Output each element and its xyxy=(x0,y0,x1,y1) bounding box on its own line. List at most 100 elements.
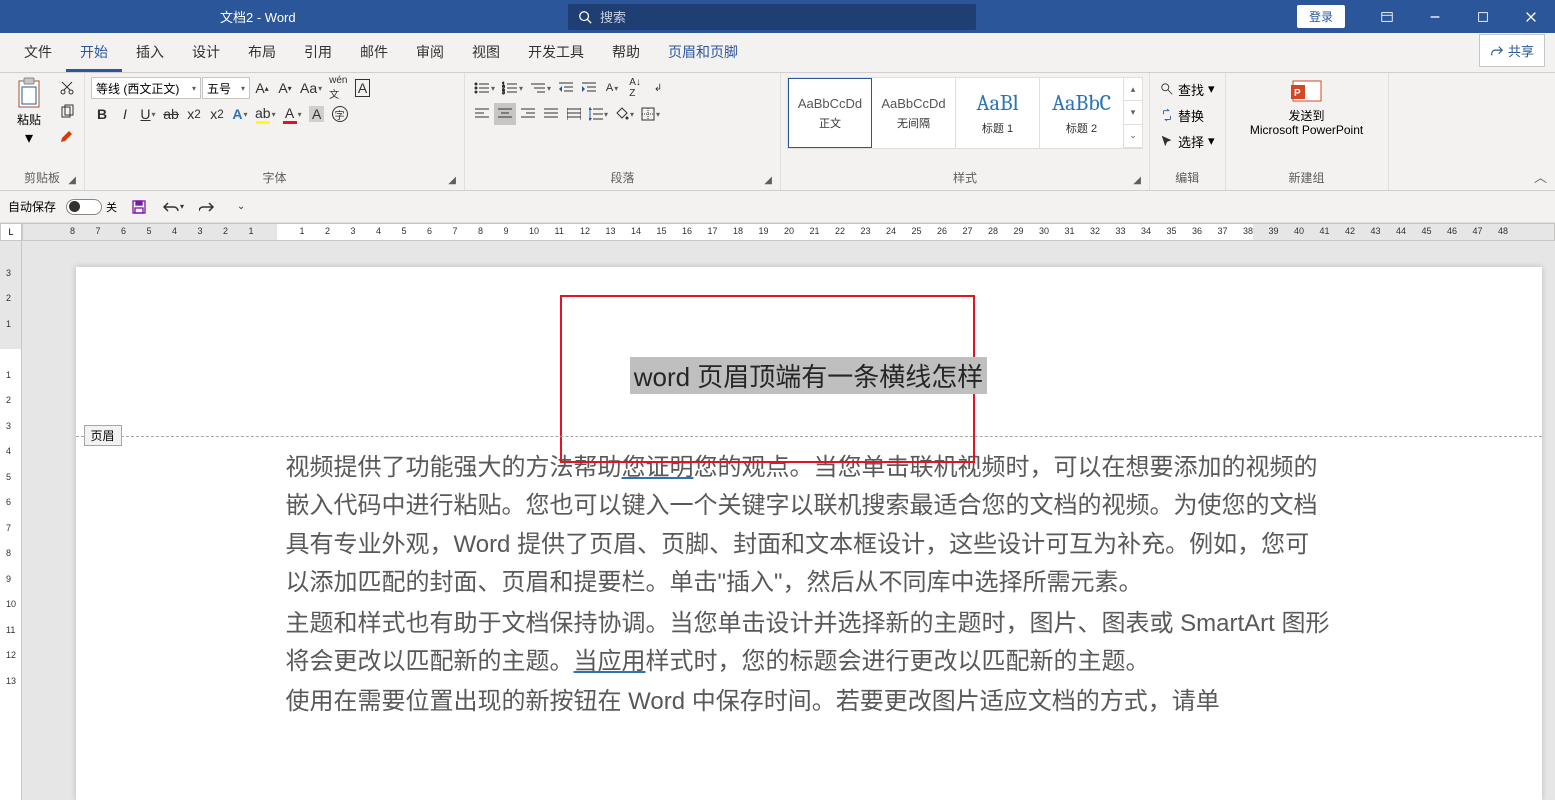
style-no-spacing[interactable]: AaBbCcDd无间隔 xyxy=(872,78,956,148)
tab-file[interactable]: 文件 xyxy=(10,34,66,72)
shrink-font-button[interactable]: A▾ xyxy=(274,77,296,99)
align-right-button[interactable] xyxy=(517,103,539,125)
show-marks-button[interactable]: ↲ xyxy=(647,77,669,99)
multilevel-list-button[interactable]: ▾ xyxy=(527,77,554,99)
customize-qat-button[interactable]: ⌄ xyxy=(229,195,253,219)
superscript-button[interactable]: x2 xyxy=(206,103,228,125)
font-color-button[interactable]: A▾ xyxy=(280,103,305,125)
borders-button[interactable]: ▾ xyxy=(638,103,663,125)
body-text[interactable]: 视频提供了功能强大的方法帮助您证明您的观点。当您单击联机视频时，可以在想要添加的… xyxy=(76,437,1542,722)
distributed-button[interactable] xyxy=(563,103,585,125)
style-heading-1[interactable]: AaBl标题 1 xyxy=(956,78,1040,148)
asian-layout-button[interactable]: A▾ xyxy=(601,77,623,99)
tab-insert[interactable]: 插入 xyxy=(122,34,178,72)
powerpoint-icon: P xyxy=(1291,77,1323,105)
tab-references[interactable]: 引用 xyxy=(290,34,346,72)
group-styles: AaBbCcDd正文 AaBbCcDd无间隔 AaBl标题 1 AaBbC标题 … xyxy=(781,73,1150,190)
text-effects-button[interactable]: A▾ xyxy=(229,103,251,125)
italic-button[interactable]: I xyxy=(114,103,136,125)
increase-indent-button[interactable] xyxy=(578,77,600,99)
page-scroll[interactable]: word 页眉顶端有一条横线怎样 页眉 视频提供了功能强大的方法帮助您证明您的观… xyxy=(22,241,1555,800)
redo-button[interactable] xyxy=(195,195,219,219)
tab-view[interactable]: 视图 xyxy=(458,34,514,72)
select-button[interactable]: 选择▾ xyxy=(1156,129,1219,153)
gallery-scroll: ▴ ▾ ⌄ xyxy=(1124,78,1142,148)
minimize-button[interactable] xyxy=(1411,0,1459,33)
header-label: 页眉 xyxy=(84,425,122,446)
tab-header-footer[interactable]: 页眉和页脚 xyxy=(654,34,752,72)
collapse-ribbon-button[interactable]: ︿ xyxy=(1534,167,1547,186)
style-heading-2[interactable]: AaBbC标题 2 xyxy=(1040,78,1124,148)
dialog-launcher-icon[interactable]: ◢ xyxy=(764,175,772,186)
tab-review[interactable]: 审阅 xyxy=(402,34,458,72)
tab-layout[interactable]: 布局 xyxy=(234,34,290,72)
change-case-button[interactable]: Aa▾ xyxy=(297,77,325,99)
grow-font-button[interactable]: A▴ xyxy=(251,77,273,99)
autosave-toggle[interactable]: 关 xyxy=(66,199,117,215)
tab-design[interactable]: 设计 xyxy=(178,34,234,72)
line-spacing-button[interactable]: ▾ xyxy=(586,103,611,125)
styles-gallery: AaBbCcDd正文 AaBbCcDd无间隔 AaBl标题 1 AaBbC标题 … xyxy=(787,77,1143,149)
sort-button[interactable]: A↓Z xyxy=(624,77,646,99)
tab-developer[interactable]: 开发工具 xyxy=(514,34,598,72)
dialog-launcher-icon[interactable]: ◢ xyxy=(1133,175,1141,186)
gallery-up-button[interactable]: ▴ xyxy=(1124,78,1142,101)
vertical-ruler[interactable]: 12312345678910111213 xyxy=(0,241,22,800)
decrease-indent-button[interactable] xyxy=(555,77,577,99)
tab-home[interactable]: 开始 xyxy=(66,34,122,72)
clipboard-icon xyxy=(15,77,43,109)
tab-selector[interactable]: L xyxy=(0,223,22,241)
dialog-launcher-icon[interactable]: ◢ xyxy=(68,175,76,186)
save-button[interactable] xyxy=(127,195,151,219)
undo-button[interactable]: ▾ xyxy=(161,195,185,219)
group-label: 段落 xyxy=(610,171,634,185)
character-shading-button[interactable]: A xyxy=(306,103,328,125)
character-border-button[interactable]: A xyxy=(352,77,374,99)
enclose-characters-button[interactable]: 字 xyxy=(329,103,351,125)
window-buttons: 登录 xyxy=(1297,0,1555,33)
bold-button[interactable]: B xyxy=(91,103,113,125)
close-button[interactable] xyxy=(1507,0,1555,33)
login-button[interactable]: 登录 xyxy=(1297,5,1345,28)
shading-button[interactable]: ▾ xyxy=(612,103,637,125)
tab-help[interactable]: 帮助 xyxy=(598,34,654,72)
style-normal[interactable]: AaBbCcDd正文 xyxy=(788,78,872,148)
underline-button[interactable]: U▾ xyxy=(137,103,159,125)
ribbon-display-options-button[interactable] xyxy=(1363,0,1411,33)
font-size-combo[interactable]: 五号▾ xyxy=(202,77,250,99)
header-text[interactable]: word 页眉顶端有一条横线怎样 xyxy=(630,357,988,394)
header-separator: 页眉 xyxy=(76,436,1542,437)
search-box[interactable]: 搜索 xyxy=(568,4,976,30)
underlined-text: 当应用 xyxy=(574,648,646,675)
dialog-launcher-icon[interactable]: ◢ xyxy=(448,175,456,186)
replace-button[interactable]: 替换 xyxy=(1156,103,1208,127)
subscript-button[interactable]: x2 xyxy=(183,103,205,125)
document-title: 文档2 - Word xyxy=(220,7,296,26)
cut-button[interactable] xyxy=(56,77,78,99)
strikethrough-button[interactable]: ab xyxy=(160,103,182,125)
align-justify-button[interactable] xyxy=(540,103,562,125)
phonetic-guide-button[interactable]: wén文 xyxy=(326,77,350,99)
bullets-button[interactable]: ▾ xyxy=(471,77,498,99)
tab-mailings[interactable]: 邮件 xyxy=(346,34,402,72)
align-left-button[interactable] xyxy=(471,103,493,125)
gallery-down-button[interactable]: ▾ xyxy=(1124,101,1142,124)
header-zone[interactable]: word 页眉顶端有一条横线怎样 页眉 xyxy=(76,267,1542,437)
font-name-combo[interactable]: 等线 (西文正文)▾ xyxy=(91,77,201,99)
highlight-button[interactable]: ab▾ xyxy=(252,103,279,125)
paste-button[interactable]: 粘贴 ▾ xyxy=(6,77,52,148)
find-button[interactable]: 查找▾ xyxy=(1156,77,1219,101)
send-to-powerpoint-button[interactable]: P 发送到Microsoft PowerPoint xyxy=(1232,77,1382,138)
qat-row: 自动保存 关 ▾ ⌄ xyxy=(0,191,1555,223)
horizontal-ruler[interactable]: 1234567812345678910111213141516171819202… xyxy=(22,223,1555,241)
share-label: 共享 xyxy=(1508,41,1534,60)
menu-tabs: 文件 开始 插入 设计 布局 引用 邮件 审阅 视图 开发工具 帮助 页眉和页脚… xyxy=(0,33,1555,73)
group-label: 编辑 xyxy=(1175,171,1199,185)
maximize-button[interactable] xyxy=(1459,0,1507,33)
share-button[interactable]: 共享 xyxy=(1479,34,1545,67)
align-center-button[interactable] xyxy=(494,103,516,125)
numbering-button[interactable]: 123▾ xyxy=(499,77,526,99)
gallery-more-button[interactable]: ⌄ xyxy=(1124,125,1142,148)
format-painter-button[interactable] xyxy=(56,125,78,147)
copy-button[interactable] xyxy=(56,101,78,123)
